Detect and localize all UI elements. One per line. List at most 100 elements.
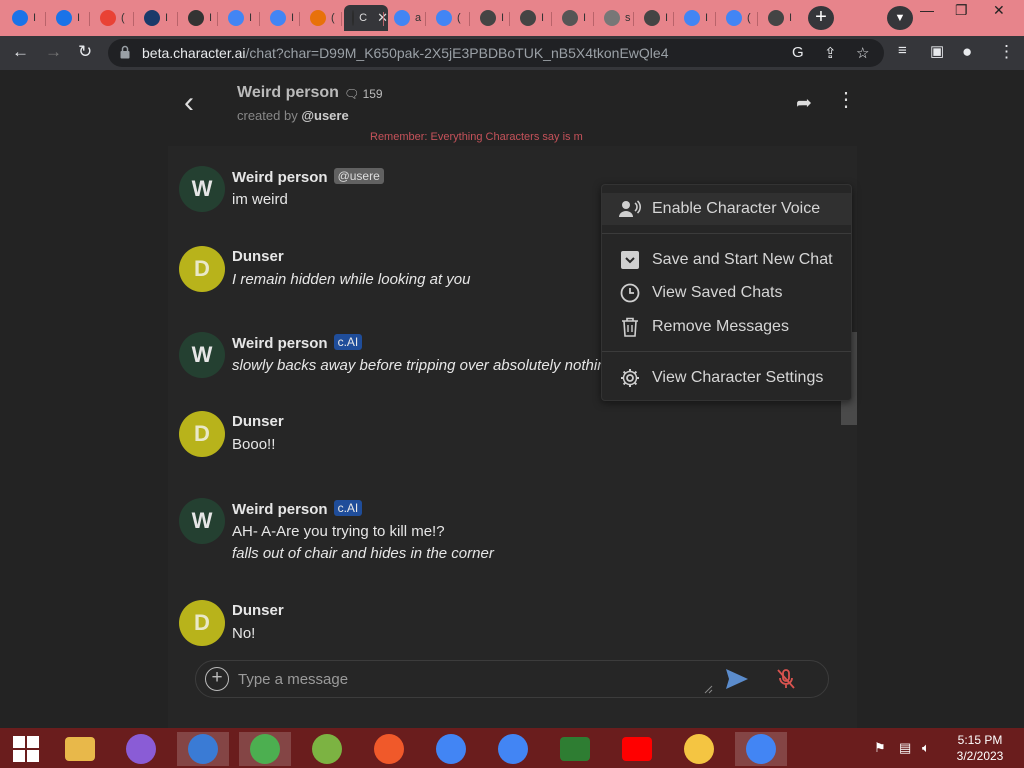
browser-tab[interactable]: I <box>554 5 592 31</box>
back-button[interactable]: ← <box>12 42 29 62</box>
browser-tab[interactable]: I <box>180 5 218 31</box>
message-input[interactable] <box>238 668 708 690</box>
taskbar-item[interactable] <box>301 732 353 766</box>
menu-item-remove-messages[interactable]: Remove Messages <box>602 311 851 343</box>
reminder-text: Remember: Everything Characters say is m <box>370 131 583 143</box>
browser-tab[interactable]: a <box>386 5 424 31</box>
network-icon[interactable]: ▤ <box>899 740 911 756</box>
browser-tab[interactable]: I <box>262 5 300 31</box>
tab-title: a <box>415 12 422 24</box>
taskbar-item[interactable] <box>239 732 291 766</box>
close-window-button[interactable]: ✕ <box>993 2 1005 19</box>
menu-item-enable-voice[interactable]: Enable Character Voice <box>602 193 851 225</box>
tab-search-button[interactable]: ▼ <box>887 6 913 30</box>
menu-item-character-settings[interactable]: View Character Settings <box>602 362 851 394</box>
browser-tab[interactable]: I <box>4 5 42 31</box>
flag-icon[interactable]: ⚑ <box>874 740 886 756</box>
taskbar-item[interactable] <box>177 732 229 766</box>
tab-title: I <box>77 12 81 24</box>
gear-icon <box>480 10 496 26</box>
browser-tab[interactable]: I <box>48 5 86 31</box>
browser-tab[interactable]: I <box>220 5 258 31</box>
message-author: Dunser <box>232 248 284 265</box>
menu-item-save-new-chat[interactable]: Save and Start New Chat <box>602 244 851 276</box>
taskbar-item[interactable] <box>673 732 725 766</box>
media-controls-icon[interactable]: ≡ <box>898 42 907 59</box>
chrome-profile-icon <box>746 734 776 764</box>
globe-icon <box>768 10 784 26</box>
side-panel-icon[interactable]: ▣ <box>930 42 944 60</box>
more-options-icon[interactable]: ⋮ <box>836 90 856 110</box>
share-arrow-icon[interactable]: ➦ <box>796 92 812 115</box>
google-icon <box>726 10 742 26</box>
tab-separator <box>217 12 218 26</box>
google-lens-icon[interactable]: G <box>792 44 804 61</box>
restore-button[interactable]: ❐ <box>955 2 968 19</box>
message-author: Weird person @usere <box>232 168 384 186</box>
taskbar-item[interactable] <box>735 732 787 766</box>
share-page-icon[interactable]: ⇪ <box>824 44 837 62</box>
google-icon <box>270 10 286 26</box>
creator-link[interactable]: @usere <box>301 108 348 123</box>
tab-separator <box>341 12 342 26</box>
avatar[interactable]: W <box>179 166 225 212</box>
tab-title: ( <box>747 12 751 24</box>
tab-separator <box>509 12 510 26</box>
tab-separator <box>715 12 716 26</box>
browser-tab[interactable]: ( <box>428 5 466 31</box>
mic-muted-icon[interactable] <box>776 668 796 690</box>
resize-handle-icon[interactable] <box>704 685 713 694</box>
browser-tab[interactable]: C✕ <box>344 5 388 31</box>
taskbar-item[interactable] <box>54 732 106 766</box>
browser-tab[interactable]: I <box>136 5 174 31</box>
browser-tab[interactable]: I <box>676 5 714 31</box>
add-attachment-icon[interactable]: + <box>205 667 229 691</box>
browser-tab[interactable]: I <box>472 5 510 31</box>
author-name: Dunser <box>232 602 284 619</box>
windows-taskbar: ⚑ ▤ 🔈︎ 5:15 PM 3/2/2023 <box>0 728 1024 768</box>
taskbar-item[interactable] <box>115 732 167 766</box>
send-icon[interactable] <box>725 668 749 690</box>
google-icon <box>436 10 452 26</box>
menu-item-view-saved-chats[interactable]: View Saved Chats <box>602 277 851 309</box>
tab-separator <box>757 12 758 26</box>
m-icon <box>12 10 28 26</box>
taskbar-item[interactable] <box>549 732 601 766</box>
tab-separator <box>177 12 178 26</box>
forward-button[interactable]: → <box>45 42 62 62</box>
taskbar-item[interactable] <box>611 732 663 766</box>
browser-tab[interactable]: ( <box>718 5 756 31</box>
browser-menu-icon[interactable]: ⋮ <box>998 42 1015 62</box>
chrome-profile-icon <box>498 734 528 764</box>
avatar[interactable]: W <box>179 332 225 378</box>
avatar[interactable]: D <box>179 600 225 646</box>
new-tab-button[interactable]: + <box>808 6 834 30</box>
browser-tab[interactable]: I <box>636 5 674 31</box>
browser-tab[interactable]: I <box>760 5 798 31</box>
taskbar-item[interactable] <box>425 732 477 766</box>
browser-tab[interactable]: s <box>596 5 634 31</box>
back-arrow-icon[interactable]: ‹ <box>184 88 194 118</box>
menu-divider <box>602 233 851 234</box>
bookmark-star-icon[interactable]: ☆ <box>856 44 869 62</box>
avatar[interactable]: D <box>179 411 225 457</box>
chrome-profile-icon <box>436 734 466 764</box>
avatar[interactable]: D <box>179 246 225 292</box>
taskbar-item[interactable] <box>363 732 415 766</box>
taskbar-item[interactable] <box>0 732 52 766</box>
minimize-button[interactable]: — <box>920 2 934 18</box>
reload-button[interactable]: ↻ <box>78 42 92 62</box>
volume-icon[interactable]: 🔈︎ <box>922 740 930 756</box>
browser-tab[interactable]: ( <box>302 5 340 31</box>
address-bar[interactable]: beta.character.ai/chat?char=D99M_K650pak… <box>108 39 884 67</box>
profile-icon[interactable]: ● <box>962 42 972 62</box>
browser-tab[interactable]: ( <box>92 5 130 31</box>
system-clock[interactable]: 5:15 PM 3/2/2023 <box>950 732 1010 764</box>
browser-toolbar: ← → ↻ beta.character.ai/chat?char=D99M_K… <box>0 36 1024 70</box>
taskbar-item[interactable] <box>487 732 539 766</box>
message-text: AH- A-Are you trying to kill me!? <box>232 523 445 540</box>
message-text: im weird <box>232 191 288 208</box>
avatar[interactable]: W <box>179 498 225 544</box>
browser-tab[interactable]: I <box>512 5 550 31</box>
message-text: I remain hidden while looking at you <box>232 271 471 288</box>
